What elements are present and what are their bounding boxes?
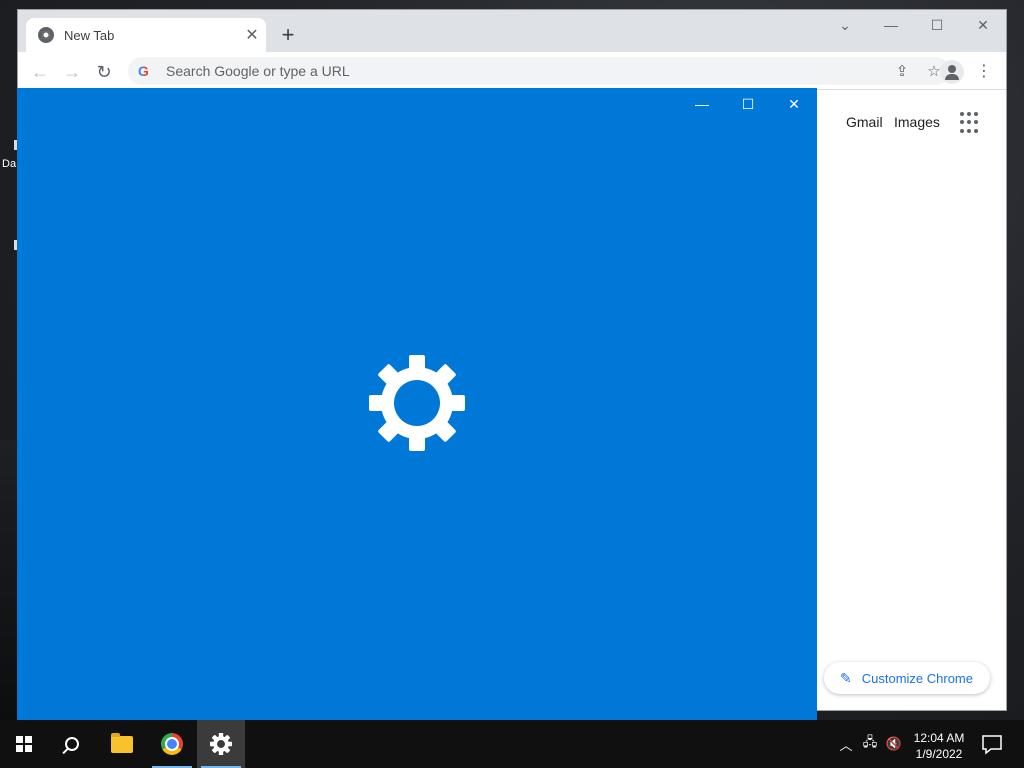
clock-time: 12:04 AM	[913, 731, 965, 745]
search-button[interactable]	[48, 720, 96, 768]
chrome-menu-button[interactable]: ⋮	[974, 58, 994, 86]
gear-icon	[210, 733, 232, 755]
file-explorer-button[interactable]	[98, 720, 146, 768]
settings-maximize-button[interactable]: ☐	[725, 92, 771, 116]
maximize-button[interactable]: ☐	[914, 10, 960, 40]
folder-icon	[111, 732, 133, 753]
pencil-icon: ✎	[840, 669, 852, 686]
google-apps-icon[interactable]	[960, 112, 982, 134]
network-icon[interactable]: 🖧	[858, 720, 882, 768]
customize-chrome-label: Customize Chrome	[861, 670, 973, 686]
volume-muted-icon[interactable]: 🔇	[882, 720, 906, 768]
omnibox[interactable]: G Search Google or type a URL ⇪ ☆	[128, 57, 950, 85]
clock-date: 1/9/2022	[915, 747, 963, 761]
customize-chrome-button[interactable]: ✎ Customize Chrome	[824, 662, 990, 694]
settings-window: — ☐ ✕	[17, 88, 817, 720]
new-tab-button[interactable]: +	[274, 22, 302, 50]
windows-logo-icon	[16, 736, 32, 752]
images-link[interactable]: Images	[894, 114, 940, 130]
reload-button[interactable]: ↻	[90, 58, 118, 86]
start-button[interactable]	[0, 720, 48, 768]
chrome-taskbar-button[interactable]	[148, 720, 196, 768]
action-center-icon[interactable]	[978, 730, 1006, 758]
forward-button[interactable]: →	[58, 58, 86, 86]
tab-new-tab[interactable]: New Tab ✕	[26, 18, 266, 52]
gear-icon	[369, 355, 465, 451]
chrome-toolbar: ← → ↻ G Search Google or type a URL ⇪ ☆ …	[18, 52, 1006, 90]
search-icon	[65, 737, 79, 751]
gmail-link[interactable]: Gmail	[846, 114, 883, 130]
profile-avatar-button[interactable]	[940, 60, 964, 84]
taskbar: ︿ 🖧 🔇 12:04 AM 1/9/2022	[0, 720, 1024, 768]
settings-taskbar-button[interactable]	[197, 720, 245, 768]
settings-close-button[interactable]: ✕	[771, 92, 817, 116]
tab-search-button[interactable]: ⌄	[822, 10, 868, 40]
google-logo-icon: G	[138, 63, 160, 79]
chrome-favicon-icon	[38, 27, 54, 43]
tray-chevron-icon[interactable]: ︿	[836, 720, 856, 768]
tab-title: New Tab	[64, 27, 115, 43]
close-button[interactable]: ✕	[960, 10, 1006, 40]
chrome-icon	[161, 733, 183, 755]
minimize-button[interactable]: —	[868, 10, 914, 40]
back-button[interactable]: ←	[26, 58, 54, 86]
tab-close-icon[interactable]: ✕	[238, 25, 266, 45]
omnibox-input[interactable]: Search Google or type a URL	[166, 63, 886, 79]
settings-minimize-button[interactable]: —	[679, 92, 725, 116]
desktop-icon-label[interactable]: Da	[2, 158, 16, 170]
share-icon[interactable]: ⇪	[886, 62, 918, 80]
chrome-titlebar[interactable]: New Tab ✕ + ⌄ — ☐ ✕	[18, 10, 1006, 52]
clock[interactable]: 12:04 AM 1/9/2022	[906, 730, 972, 762]
